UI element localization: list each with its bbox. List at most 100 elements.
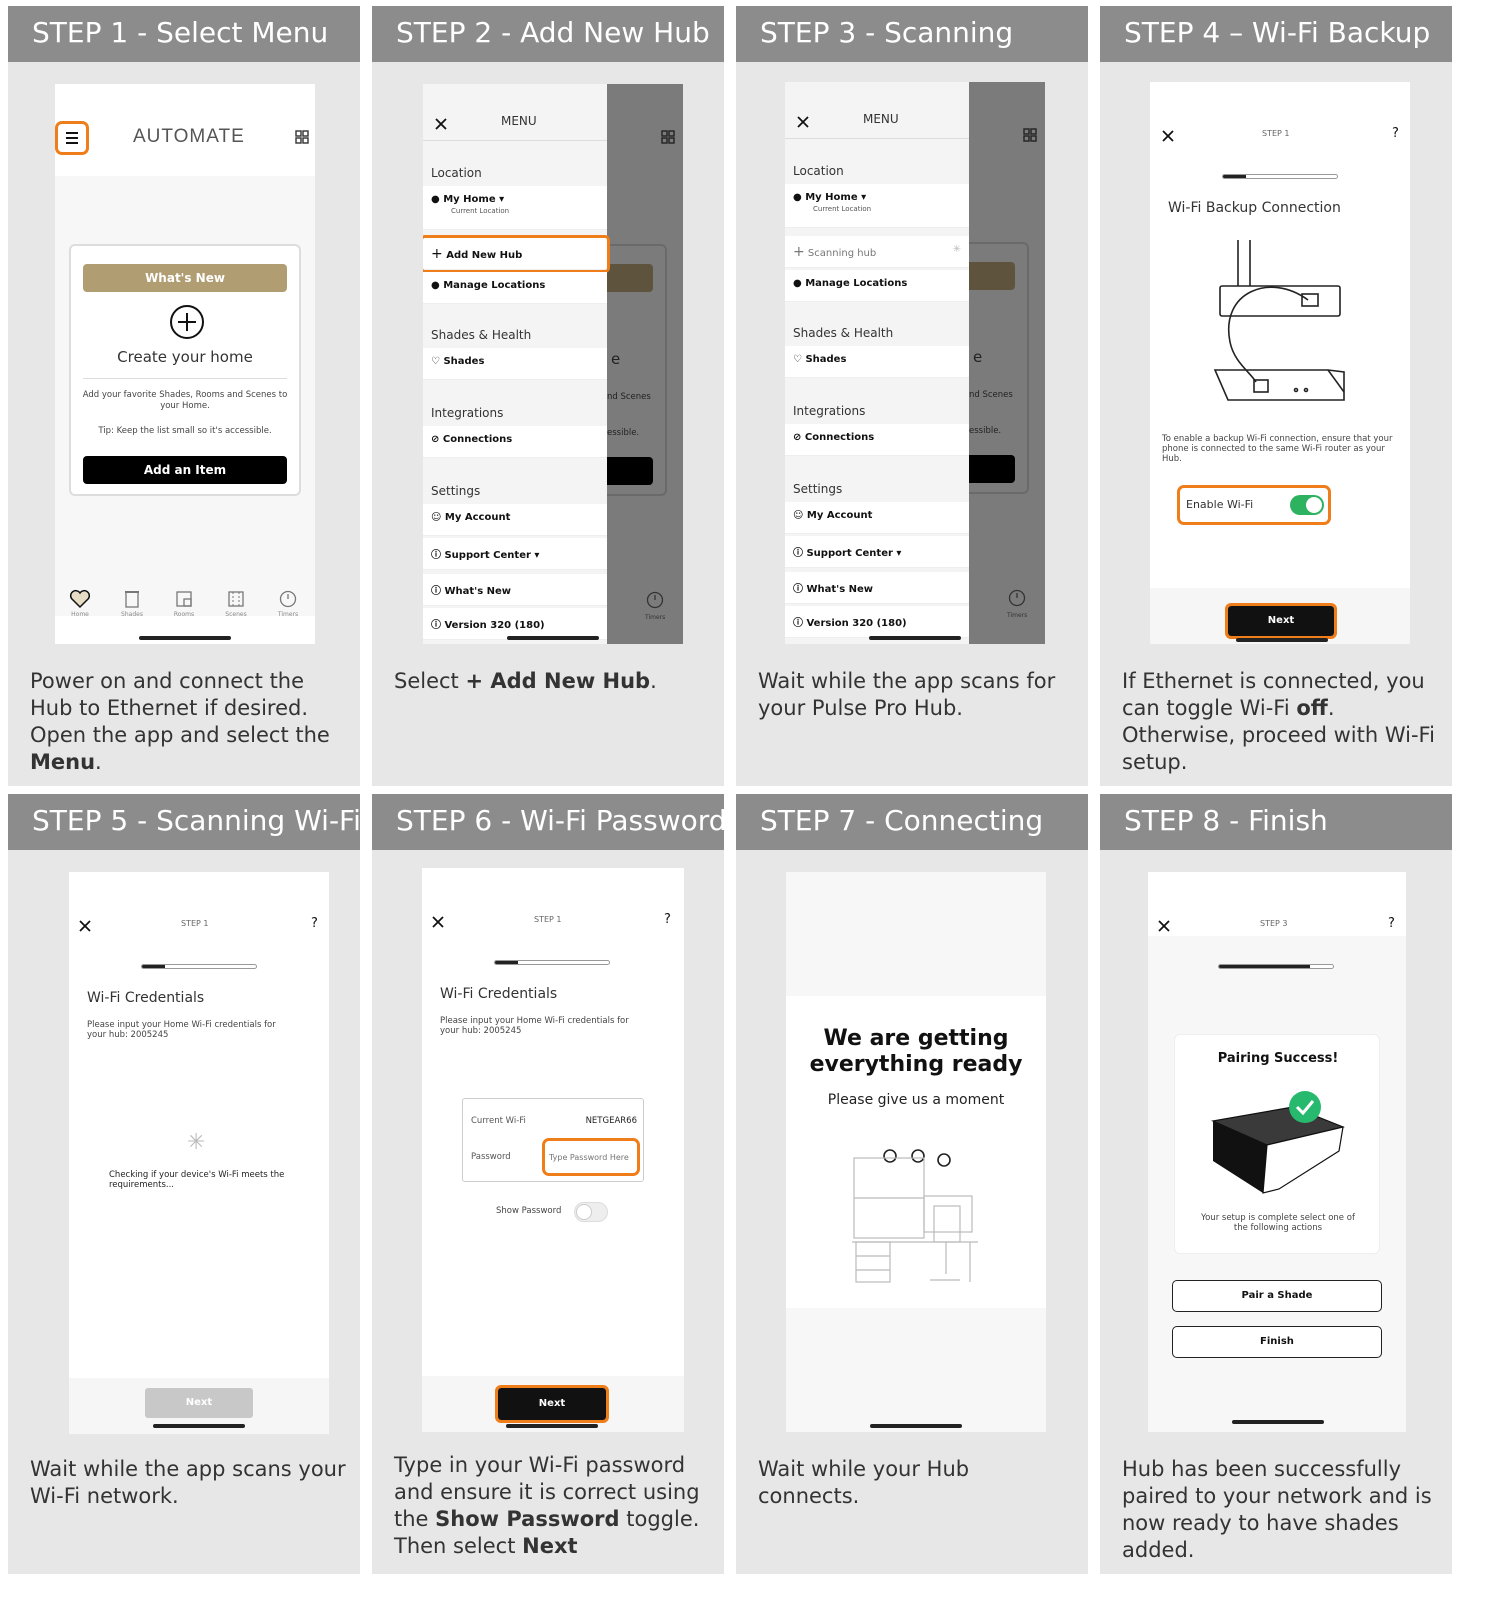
tip-text: Tip: Keep the list small so it's accessi…: [98, 426, 272, 436]
whats-new-label: What's New: [806, 584, 874, 595]
menu-item-support-center[interactable]: ⓘ Support Center ▾: [423, 538, 607, 570]
show-password-toggle[interactable]: [574, 1202, 608, 1222]
menu-item-shades[interactable]: ♡ Shades: [423, 348, 607, 380]
tab-rooms[interactable]: Rooms: [167, 589, 201, 618]
tab-home[interactable]: Home: [63, 589, 97, 618]
tab-label: Timers: [277, 611, 299, 618]
help-circle-icon: ⓘ: [431, 586, 441, 597]
step-card-2: STEP 2 - Add New Hub e nd Scenes essible…: [372, 6, 724, 786]
manage-locations-label: Manage Locations: [443, 280, 546, 291]
grid-icon: [661, 130, 675, 144]
bg-text: e: [611, 350, 621, 368]
help-icon[interactable]: ?: [311, 916, 318, 931]
menu-item-shades[interactable]: ♡ Shades: [785, 346, 969, 378]
phone-screen-scanning-wifi: STEP 1 ? Wi-Fi Credentials Please input …: [69, 872, 329, 1434]
close-icon[interactable]: [1162, 130, 1174, 142]
phone-screen-finish: STEP 3 ? Pairing Success! Your setup is …: [1148, 872, 1406, 1432]
help-icon[interactable]: ?: [1392, 126, 1399, 141]
connecting-subtitle: Please give us a moment: [827, 1092, 1005, 1108]
desc-text: Hub has been successfully paired to your…: [1122, 1457, 1432, 1562]
success-description: Your setup is complete select one of the…: [1201, 1213, 1355, 1233]
info-icon: ⓘ: [793, 618, 803, 629]
add-item-button[interactable]: Add an Item: [83, 456, 287, 484]
enable-wifi-row[interactable]: Enable Wi-Fi: [1177, 485, 1331, 525]
menu-button[interactable]: [55, 121, 89, 155]
password-input[interactable]: [542, 1138, 640, 1176]
menu-item-manage-locations[interactable]: ● Manage Locations: [785, 270, 969, 302]
menu-item-version: ⓘ Version 320 (180): [785, 606, 969, 638]
menu-item-my-account[interactable]: ☺ My Account: [423, 504, 607, 536]
step-title: STEP 8 - Finish: [1100, 794, 1452, 850]
divider: [423, 140, 607, 141]
menu-item-my-account[interactable]: ☺ My Account: [785, 502, 969, 534]
tab-scenes[interactable]: Scenes: [219, 589, 253, 618]
tab-label: Home: [71, 611, 89, 618]
version-label: Version 320 (180): [444, 620, 545, 631]
desc-bold: Next: [522, 1534, 578, 1558]
tab-label: Scenes: [225, 611, 247, 618]
close-icon[interactable]: [435, 118, 447, 130]
home-indicator: [506, 1424, 598, 1428]
pair-shade-button[interactable]: Pair a Shade: [1172, 1280, 1382, 1312]
connections-label: Connections: [442, 434, 513, 445]
grid-icon[interactable]: [295, 130, 309, 144]
menu-item-whats-new[interactable]: ⓘ What's New: [785, 572, 969, 604]
menu-item-support-center[interactable]: ⓘ Support Center ▾: [785, 536, 969, 568]
menu-item-connections[interactable]: ⊘ Connections: [423, 426, 607, 458]
close-icon[interactable]: [79, 920, 91, 932]
next-button[interactable]: Next: [495, 1385, 609, 1423]
menu-item-add-new-hub[interactable]: + Add New Hub: [423, 235, 610, 273]
plus-circle-icon[interactable]: [169, 304, 205, 340]
close-icon[interactable]: [1158, 920, 1170, 932]
user-icon: ☺: [431, 512, 442, 523]
menu-item-connections[interactable]: ⊘ Connections: [785, 424, 969, 456]
step-description: Wait while the app scans your Wi-Fi netw…: [30, 1456, 346, 1510]
caret-down-icon: ▾: [499, 194, 505, 205]
progress-bar: [141, 964, 257, 969]
close-icon[interactable]: [432, 916, 444, 928]
tab-shades[interactable]: Shades: [115, 589, 149, 618]
step-label: STEP 1: [181, 919, 209, 928]
section-integrations: Integrations: [793, 404, 866, 418]
home-indicator: [1236, 638, 1328, 642]
spinner-icon: ✳: [187, 1130, 206, 1155]
next-button[interactable]: Next: [1225, 603, 1337, 639]
menu-title: MENU: [501, 114, 537, 128]
menu-item-whats-new[interactable]: ⓘ What's New: [423, 574, 607, 606]
heart-icon: [69, 589, 91, 609]
finish-button[interactable]: Finish: [1172, 1326, 1382, 1358]
section-settings: Settings: [793, 482, 843, 496]
section-location: Location: [431, 166, 482, 180]
shield-icon: ♡: [793, 354, 802, 365]
scene-icon: [228, 591, 244, 607]
plus-icon: +: [793, 244, 805, 260]
clock-icon: [646, 591, 664, 609]
step-title: STEP 7 - Connecting: [736, 794, 1088, 850]
shield-icon: ♡: [431, 356, 440, 367]
step-description: Power on and connect the Hub to Ethernet…: [30, 668, 346, 776]
home-indicator: [869, 636, 961, 640]
step-title: STEP 6 - Wi-Fi Password: [372, 794, 724, 850]
progress-fill: [142, 965, 165, 968]
create-home-label: Create your home: [117, 348, 253, 366]
progress-fill: [1219, 965, 1311, 968]
banner-shadow: [969, 262, 1015, 290]
shades-label: Shades: [443, 356, 485, 367]
step-title: STEP 3 - Scanning: [736, 6, 1088, 62]
next-button-disabled[interactable]: Next: [145, 1388, 253, 1418]
help-icon[interactable]: ?: [1388, 916, 1395, 931]
help-icon[interactable]: ?: [664, 912, 671, 927]
step-label: STEP 1: [1262, 129, 1290, 138]
menu-item-manage-locations[interactable]: ● Manage Locations: [423, 272, 607, 304]
desc-bold: off: [1296, 696, 1328, 720]
tab-label: Rooms: [173, 611, 195, 618]
desc-text: Wait while the app scans for your Pulse …: [758, 669, 1056, 720]
tab-timers[interactable]: Timers: [271, 589, 305, 618]
whats-new-banner[interactable]: What's New: [83, 264, 287, 292]
current-location-label: Current Location: [813, 205, 872, 213]
show-password-label: Show Password: [496, 1206, 562, 1216]
enable-wifi-toggle[interactable]: [1290, 495, 1324, 515]
close-icon[interactable]: [797, 116, 809, 128]
menu-item-my-home[interactable]: ● My Home ▾ Current Location: [423, 186, 607, 230]
menu-item-my-home[interactable]: ● My Home ▾ Current Location: [785, 184, 969, 228]
